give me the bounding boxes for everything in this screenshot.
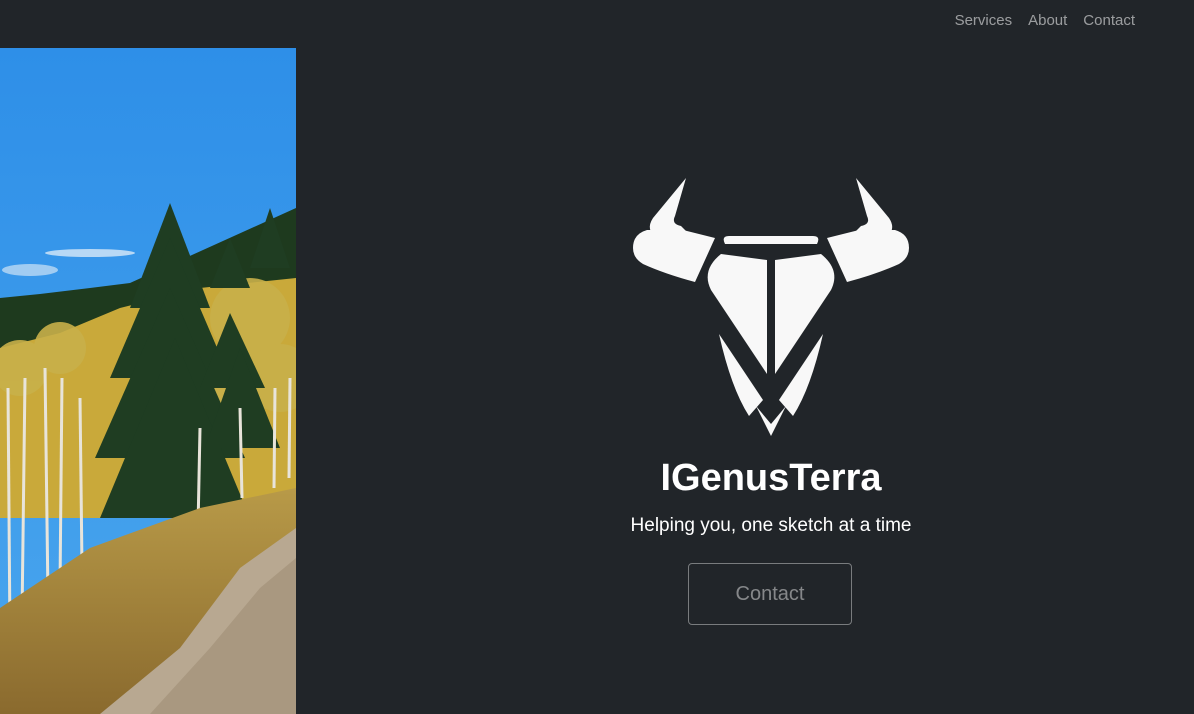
nav-link-services[interactable]: Services [947,11,1021,31]
nav-link-contact[interactable]: Contact [1075,11,1143,31]
hero-photo [0,48,296,714]
hero-section: IGenusTerra Helping you, one sketch at a… [296,48,1194,714]
bull-head-icon [633,178,909,436]
nav-link-about[interactable]: About [1020,11,1075,31]
hero-title: IGenusTerra [660,457,882,499]
navbar: Services About Contact [0,0,1194,48]
nav-links: Services About Contact [947,11,1143,31]
contact-button[interactable]: Contact [688,563,852,625]
hero-subtitle: Helping you, one sketch at a time [630,515,912,536]
